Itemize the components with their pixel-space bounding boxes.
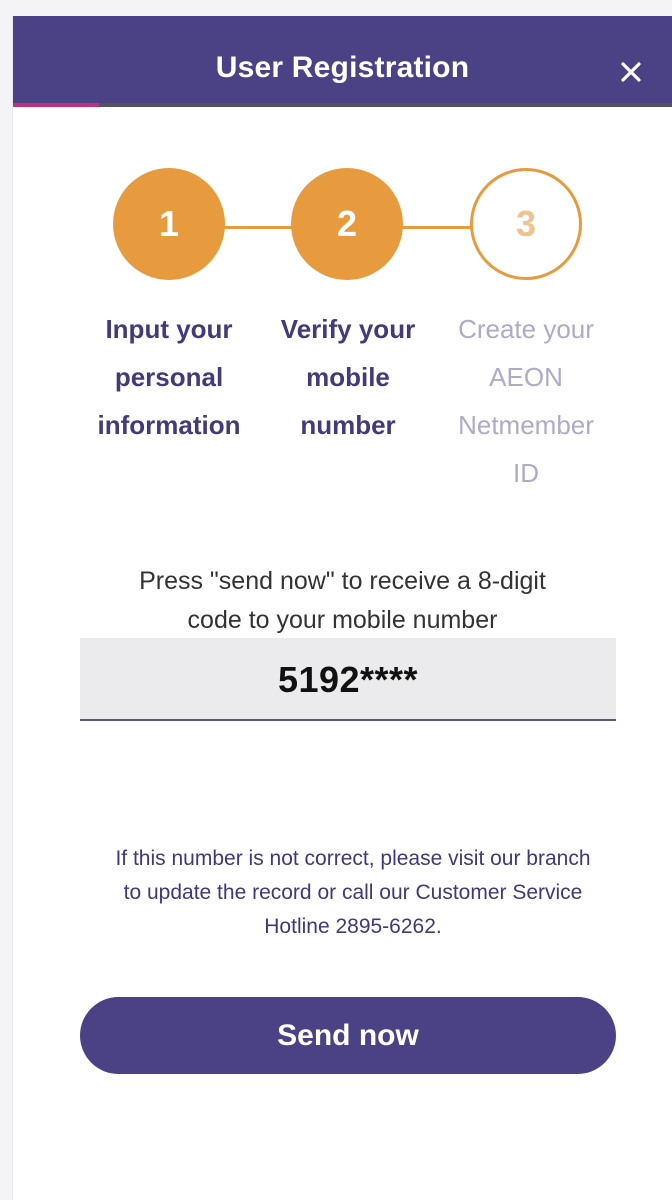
close-button[interactable] (613, 54, 649, 90)
send-code-instruction: Press "send now" to receive a 8-digit co… (139, 567, 546, 634)
step-2-label: Verify your mobile number (280, 314, 416, 440)
registration-dialog: User Registration 1 2 3 Input your perso… (13, 16, 672, 1200)
masked-phone-number: 5192**** (80, 638, 616, 721)
dialog-header: User Registration (13, 16, 672, 103)
registration-progress-bar (13, 103, 672, 107)
dialog-title: User Registration (215, 51, 470, 84)
step-1-label: Input your personal information (97, 314, 241, 440)
send-now-button[interactable]: Send now (80, 997, 616, 1074)
contact-notice: If this number is not correct, please vi… (115, 847, 591, 938)
step-2-circle: 2 (291, 168, 403, 280)
step-1-circle: 1 (113, 168, 225, 280)
step-3-circle: 3 (470, 168, 582, 280)
step-3-label: Create your AEON Netmember ID (458, 314, 594, 488)
registration-progress-fill (13, 103, 99, 107)
close-icon (621, 62, 641, 82)
